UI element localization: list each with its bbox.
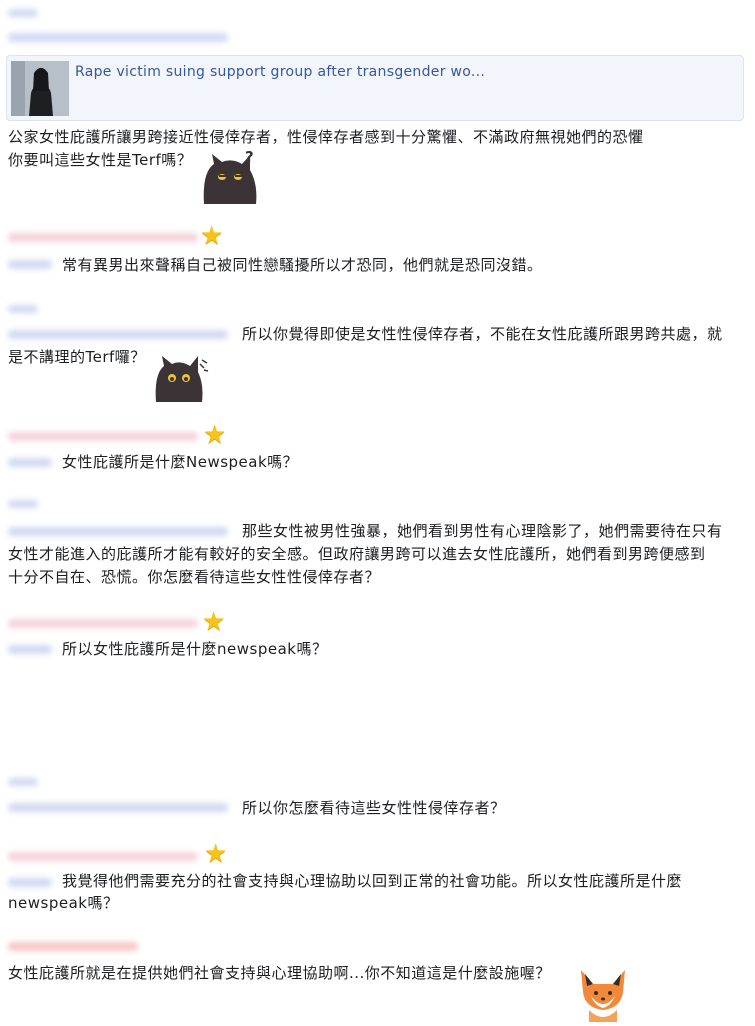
message-text: 所以你覺得即使是女性性侵倖存者，不能在女性庇護所跟男跨共處，就	[242, 325, 723, 343]
star-reaction-icon: ★	[203, 420, 227, 450]
author-meta-redacted	[8, 942, 138, 951]
message-text: 常有異男出來聲稱自己被同性戀騷擾所以才恐同，他們就是恐同沒錯。	[62, 256, 543, 274]
message-text: 你要叫這些女性是Terf嗎？	[8, 151, 193, 169]
author-meta-redacted	[8, 330, 228, 339]
author-name-redacted	[8, 500, 38, 508]
message-text: 女性庇護所就是在提供她們社會支持與心理協助啊...你不知道這是什麼設施喔？	[8, 964, 551, 982]
fox-sticker	[575, 966, 631, 1022]
author-meta-redacted	[8, 233, 198, 242]
link-preview-card[interactable]: Rape victim suing support group after tr…	[6, 55, 744, 121]
person-silhouette-icon	[11, 61, 69, 116]
message-text: 女性庇護所是什麼Newspeak嗎？	[62, 453, 299, 471]
author-name-redacted	[8, 645, 52, 654]
message-text: 十分不自在、恐慌。你怎麼看待這些女性性侵倖存者？	[8, 568, 381, 586]
question-mark: ?	[245, 148, 254, 166]
message-text: 那些女性被男性強暴，她們看到男性有心理陰影了，她們需要待在只有	[242, 522, 723, 540]
star-reaction-icon: ★	[204, 839, 228, 869]
star-reaction-icon: ★	[200, 221, 224, 251]
author-name-redacted	[8, 878, 52, 887]
star-reaction-icon: ★	[202, 607, 226, 637]
author-meta-redacted	[8, 803, 228, 812]
author-name-redacted	[8, 458, 52, 467]
author-name-redacted	[8, 305, 38, 313]
author-meta-redacted	[8, 852, 198, 861]
message-text: 是不講理的Terf囉？	[8, 348, 146, 366]
author-meta-redacted	[8, 527, 228, 536]
message-text: newspeak嗎？	[8, 894, 119, 912]
author-meta-redacted	[8, 432, 198, 441]
message-text: 公家女性庇護所讓男跨接近性侵倖存者，性侵倖存者感到十分驚懼、不滿政府無視她們的恐…	[8, 128, 644, 146]
message-text: 女性才能進入的庇護所才能有較好的安全感。但政府讓男跨可以進去女性庇護所，她們看到…	[8, 545, 706, 563]
link-title[interactable]: Rape victim suing support group after tr…	[75, 64, 485, 80]
link-thumbnail	[11, 61, 69, 116]
message-text: 所以女性庇護所是什麼newspeak嗎？	[62, 640, 328, 658]
author-name-redacted	[8, 9, 38, 17]
message-text: 我覺得他們需要充分的社會支持與心理協助以回到正常的社會功能。所以女性庇護所是什麼	[62, 872, 683, 890]
author-meta-redacted	[8, 619, 198, 628]
author-name-redacted	[8, 260, 52, 269]
author-name-redacted	[8, 778, 38, 786]
message-text: 所以你怎麼看待這些女性性侵倖存者？	[242, 799, 506, 817]
author-meta-redacted	[8, 33, 228, 42]
cat-scratch-sticker	[152, 352, 212, 404]
